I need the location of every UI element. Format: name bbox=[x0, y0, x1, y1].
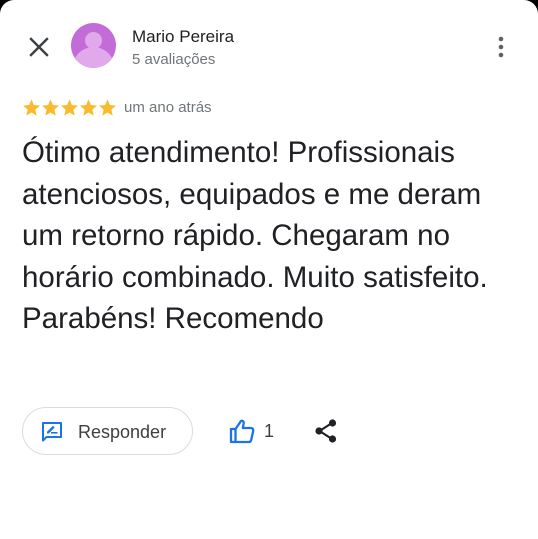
close-icon bbox=[29, 37, 49, 57]
avatar[interactable] bbox=[71, 23, 116, 68]
more-vert-icon bbox=[498, 36, 504, 58]
author-review-count: 5 avaliações bbox=[132, 51, 216, 68]
star-icon bbox=[42, 99, 59, 116]
share-button[interactable] bbox=[313, 418, 339, 444]
star-icon bbox=[99, 99, 116, 116]
star-icon bbox=[61, 99, 78, 116]
share-icon bbox=[315, 419, 337, 443]
star-icon bbox=[80, 99, 97, 116]
like-button[interactable]: 1 bbox=[228, 416, 274, 446]
author-name[interactable]: Mario Pereira bbox=[132, 26, 234, 48]
star-rating bbox=[22, 98, 117, 118]
more-options-button[interactable] bbox=[489, 34, 513, 60]
like-count: 1 bbox=[264, 421, 275, 441]
reply-button-label: Responder bbox=[78, 422, 167, 442]
close-button[interactable] bbox=[22, 30, 56, 64]
reply-button[interactable]: Responder bbox=[22, 407, 193, 455]
star-icon bbox=[23, 99, 40, 116]
rate-review-icon bbox=[42, 422, 62, 442]
thumb-up-icon bbox=[229, 419, 255, 444]
review-date: um ano atrás bbox=[124, 99, 212, 116]
screen-corner bbox=[0, 0, 28, 28]
review-card: Mario Pereira 5 avaliações um ano atrás … bbox=[0, 0, 538, 539]
review-text: Ótimo atendimento! Profissionais atencio… bbox=[22, 136, 488, 336]
screen-corner bbox=[510, 0, 538, 28]
person-icon bbox=[72, 32, 115, 68]
